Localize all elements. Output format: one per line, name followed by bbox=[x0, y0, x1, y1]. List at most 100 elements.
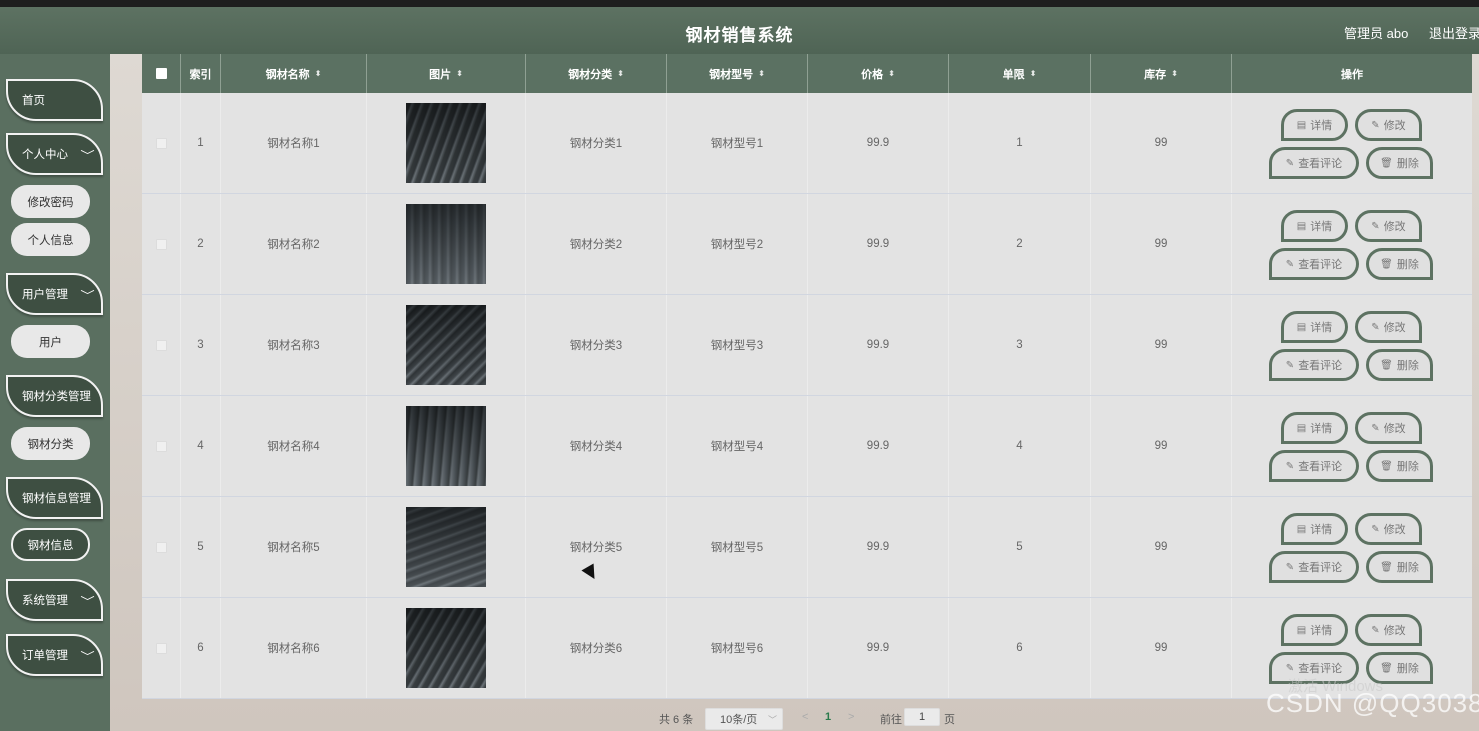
detail-button[interactable]: ▤ 详情 bbox=[1281, 109, 1348, 141]
cell-image bbox=[367, 295, 526, 395]
column-header-stock[interactable]: 库存 ⬍ bbox=[1091, 54, 1232, 93]
sidebar-item-users[interactable]: 用户 bbox=[11, 325, 90, 358]
steel-product-image[interactable] bbox=[406, 608, 486, 688]
row-checkbox[interactable] bbox=[155, 238, 167, 250]
sort-icon[interactable]: ⬍ bbox=[758, 69, 765, 78]
cell-name: 钢材名称4 bbox=[221, 396, 367, 496]
detail-button[interactable]: ▤ 详情 bbox=[1281, 210, 1348, 242]
row-checkbox-cell bbox=[142, 396, 181, 496]
sort-icon[interactable]: ⬍ bbox=[456, 69, 463, 78]
sidebar-item-steel-info[interactable]: 钢材信息 bbox=[11, 528, 90, 561]
steel-product-image[interactable] bbox=[406, 103, 486, 183]
cell-price: 99.9 bbox=[808, 598, 949, 698]
view-comments-button[interactable]: ✎ 查看评论 bbox=[1269, 349, 1359, 381]
row-checkbox[interactable] bbox=[155, 541, 167, 553]
comments-icon: ✎ bbox=[1285, 359, 1295, 371]
sidebar-item-personal-info[interactable]: 个人信息 bbox=[11, 223, 90, 256]
column-header-image[interactable]: 图片 ⬍ bbox=[367, 54, 526, 93]
next-page-button[interactable]: > bbox=[848, 711, 854, 723]
sidebar-item-steel-category-management[interactable]: 钢材分类管理 bbox=[6, 375, 103, 417]
row-checkbox[interactable] bbox=[155, 440, 167, 452]
edit-button[interactable]: ✎ 修改 bbox=[1355, 513, 1422, 545]
view-comments-button[interactable]: ✎ 查看评论 bbox=[1269, 147, 1359, 179]
delete-button[interactable]: 🗑 删除 bbox=[1366, 349, 1433, 381]
view-comments-button[interactable]: ✎ 查看评论 bbox=[1269, 551, 1359, 583]
sort-icon[interactable]: ⬍ bbox=[1171, 69, 1178, 78]
delete-icon: 🗑 bbox=[1380, 359, 1393, 371]
page-size-select[interactable]: 10条/页 ﹀ bbox=[705, 708, 783, 730]
cell-price: 99.9 bbox=[808, 295, 949, 395]
steel-product-image[interactable] bbox=[406, 204, 486, 284]
detail-button[interactable]: ▤ 详情 bbox=[1281, 412, 1348, 444]
view-comments-button[interactable]: ✎ 查看评论 bbox=[1269, 248, 1359, 280]
cell-index: 4 bbox=[181, 396, 221, 496]
sidebar-item-user-management[interactable]: 用户管理 ﹀ bbox=[6, 273, 103, 315]
action-label: 详情 bbox=[1310, 524, 1333, 536]
column-header-price[interactable]: 价格 ⬍ bbox=[808, 54, 949, 93]
logout-link[interactable]: 退出登录 bbox=[1429, 23, 1479, 42]
steel-product-image[interactable] bbox=[406, 406, 486, 486]
column-header-name[interactable]: 钢材名称 ⬍ bbox=[221, 54, 367, 93]
table-row: 6 钢材名称6 钢材分类6 钢材型号6 99.9 6 99 ▤ 详情 ✎ 修改 ✎ 查看评论 🗑 删除 bbox=[142, 598, 1472, 699]
cell-image bbox=[367, 93, 526, 193]
column-header-category[interactable]: 钢材分类 ⬍ bbox=[526, 54, 667, 93]
action-label: 修改 bbox=[1383, 524, 1406, 536]
page-number-current[interactable]: 1 bbox=[825, 711, 831, 723]
row-checkbox[interactable] bbox=[155, 137, 167, 149]
cell-category: 钢材分类4 bbox=[526, 396, 667, 496]
sidebar-item-steel-category[interactable]: 钢材分类 bbox=[11, 427, 90, 460]
cell-stock: 99 bbox=[1091, 396, 1232, 496]
action-label: 详情 bbox=[1310, 322, 1333, 334]
view-comments-button[interactable]: ✎ 查看评论 bbox=[1269, 450, 1359, 482]
cell-name: 钢材名称3 bbox=[221, 295, 367, 395]
sidebar-item-home[interactable]: 首页 bbox=[6, 79, 103, 121]
action-label: 修改 bbox=[1383, 322, 1406, 334]
edit-button[interactable]: ✎ 修改 bbox=[1355, 311, 1422, 343]
table-row: 3 钢材名称3 钢材分类3 钢材型号3 99.9 3 99 ▤ 详情 ✎ 修改 ✎ 查看评论 🗑 删除 bbox=[142, 295, 1472, 396]
action-label: 详情 bbox=[1310, 423, 1333, 435]
cell-stock: 99 bbox=[1091, 194, 1232, 294]
sort-icon[interactable]: ⬍ bbox=[617, 69, 624, 78]
row-checkbox[interactable] bbox=[155, 642, 167, 654]
delete-icon: 🗑 bbox=[1380, 561, 1393, 573]
sidebar-item-label: 钢材分类管理 bbox=[22, 391, 91, 403]
edit-icon: ✎ bbox=[1371, 119, 1380, 131]
steel-product-image[interactable] bbox=[406, 305, 486, 385]
select-all-checkbox[interactable] bbox=[155, 68, 167, 79]
delete-button[interactable]: 🗑 删除 bbox=[1366, 450, 1433, 482]
goto-page-input[interactable]: 1 bbox=[904, 708, 940, 726]
page-suffix: 页 bbox=[944, 714, 955, 726]
sort-icon[interactable]: ⬍ bbox=[1030, 69, 1037, 78]
column-header-model[interactable]: 钢材型号 ⬍ bbox=[667, 54, 808, 93]
prev-page-button[interactable]: < bbox=[802, 711, 808, 723]
sidebar-item-steel-info-management[interactable]: 钢材信息管理 bbox=[6, 477, 103, 519]
edit-button[interactable]: ✎ 修改 bbox=[1355, 109, 1422, 141]
edit-button[interactable]: ✎ 修改 bbox=[1355, 614, 1422, 646]
sidebar-item-personal-center[interactable]: 个人中心 ﹀ bbox=[6, 133, 103, 175]
sidebar-item-change-password[interactable]: 修改密码 bbox=[11, 185, 90, 218]
app-title: 钢材销售系统 bbox=[685, 26, 794, 45]
delete-button[interactable]: 🗑 删除 bbox=[1366, 147, 1433, 179]
delete-button[interactable]: 🗑 删除 bbox=[1366, 551, 1433, 583]
detail-button[interactable]: ▤ 详情 bbox=[1281, 513, 1348, 545]
detail-icon: ▤ bbox=[1296, 119, 1307, 131]
cell-stock: 99 bbox=[1091, 598, 1232, 698]
column-header-limit[interactable]: 单限 ⬍ bbox=[949, 54, 1091, 93]
sort-icon[interactable]: ⬍ bbox=[888, 69, 895, 78]
detail-button[interactable]: ▤ 详情 bbox=[1281, 311, 1348, 343]
edit-button[interactable]: ✎ 修改 bbox=[1355, 412, 1422, 444]
steel-product-image[interactable] bbox=[406, 507, 486, 587]
row-checkbox[interactable] bbox=[155, 339, 167, 351]
row-checkbox-cell bbox=[142, 295, 181, 395]
detail-button[interactable]: ▤ 详情 bbox=[1281, 614, 1348, 646]
cell-category: 钢材分类6 bbox=[526, 598, 667, 698]
sidebar-item-order-management[interactable]: 订单管理 ﹀ bbox=[6, 634, 103, 676]
sidebar-item-system-management[interactable]: 系统管理 ﹀ bbox=[6, 579, 103, 621]
action-label: 详情 bbox=[1310, 120, 1333, 132]
delete-button[interactable]: 🗑 删除 bbox=[1366, 248, 1433, 280]
cell-name: 钢材名称5 bbox=[221, 497, 367, 597]
sort-icon[interactable]: ⬍ bbox=[315, 69, 322, 78]
edit-button[interactable]: ✎ 修改 bbox=[1355, 210, 1422, 242]
edit-icon: ✎ bbox=[1371, 523, 1380, 535]
admin-username: 管理员 abo bbox=[1344, 26, 1409, 41]
